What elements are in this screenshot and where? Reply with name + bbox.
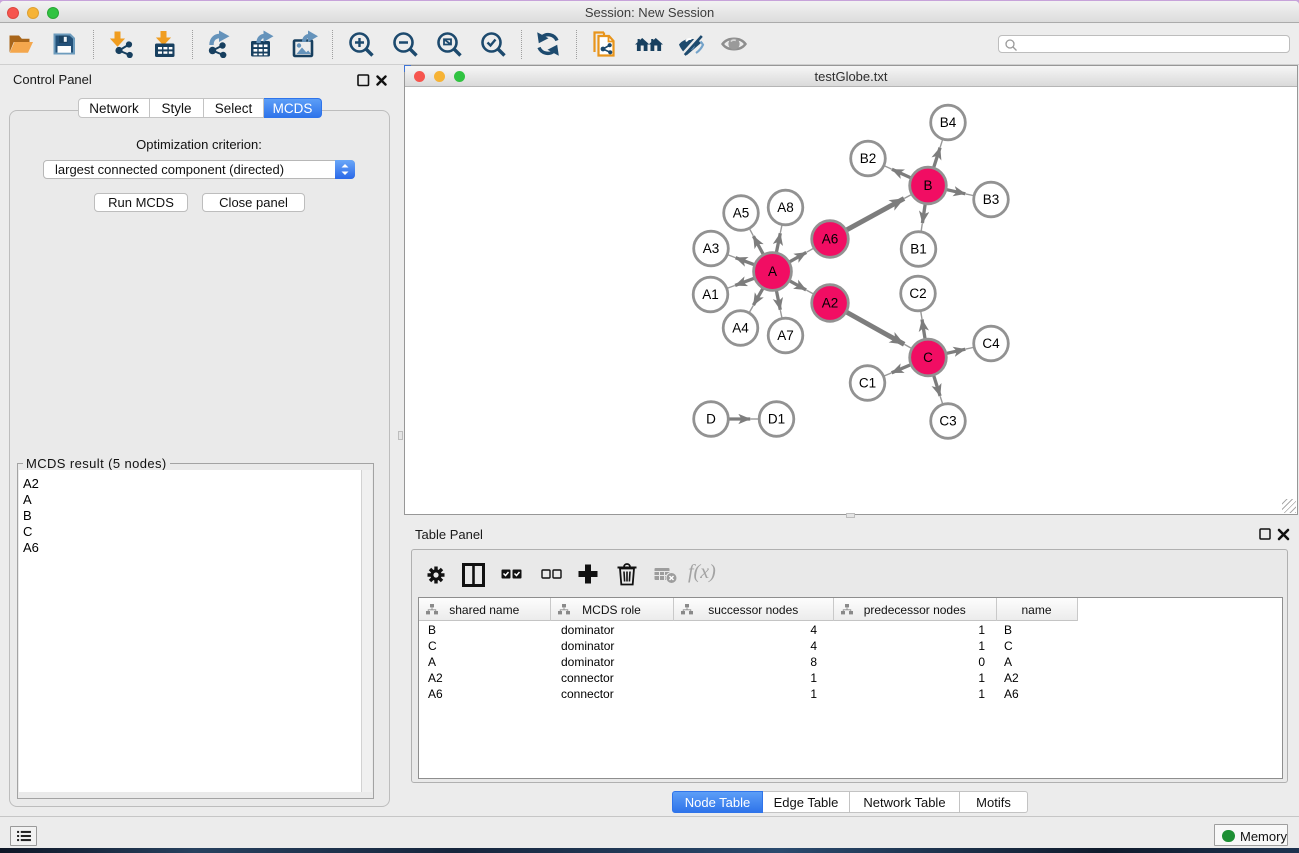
svg-text:A: A — [768, 264, 777, 279]
svg-text:C2: C2 — [909, 286, 926, 301]
svg-text:B3: B3 — [983, 192, 1000, 207]
svg-text:B2: B2 — [860, 151, 877, 166]
svg-text:C: C — [923, 350, 933, 365]
svg-text:B: B — [923, 178, 932, 193]
svg-text:B1: B1 — [910, 242, 927, 257]
svg-text:A1: A1 — [702, 287, 719, 302]
svg-text:A7: A7 — [777, 328, 794, 343]
svg-text:A5: A5 — [733, 206, 750, 221]
svg-text:C3: C3 — [939, 414, 956, 429]
svg-text:B4: B4 — [940, 115, 957, 130]
svg-text:A4: A4 — [732, 321, 749, 336]
svg-text:A3: A3 — [703, 241, 720, 256]
svg-text:C4: C4 — [982, 336, 1000, 351]
svg-text:A2: A2 — [822, 296, 839, 311]
svg-text:D: D — [706, 412, 716, 427]
svg-text:A6: A6 — [822, 232, 839, 247]
svg-text:D1: D1 — [768, 412, 785, 427]
svg-text:C1: C1 — [859, 376, 876, 391]
svg-text:A8: A8 — [777, 200, 794, 215]
